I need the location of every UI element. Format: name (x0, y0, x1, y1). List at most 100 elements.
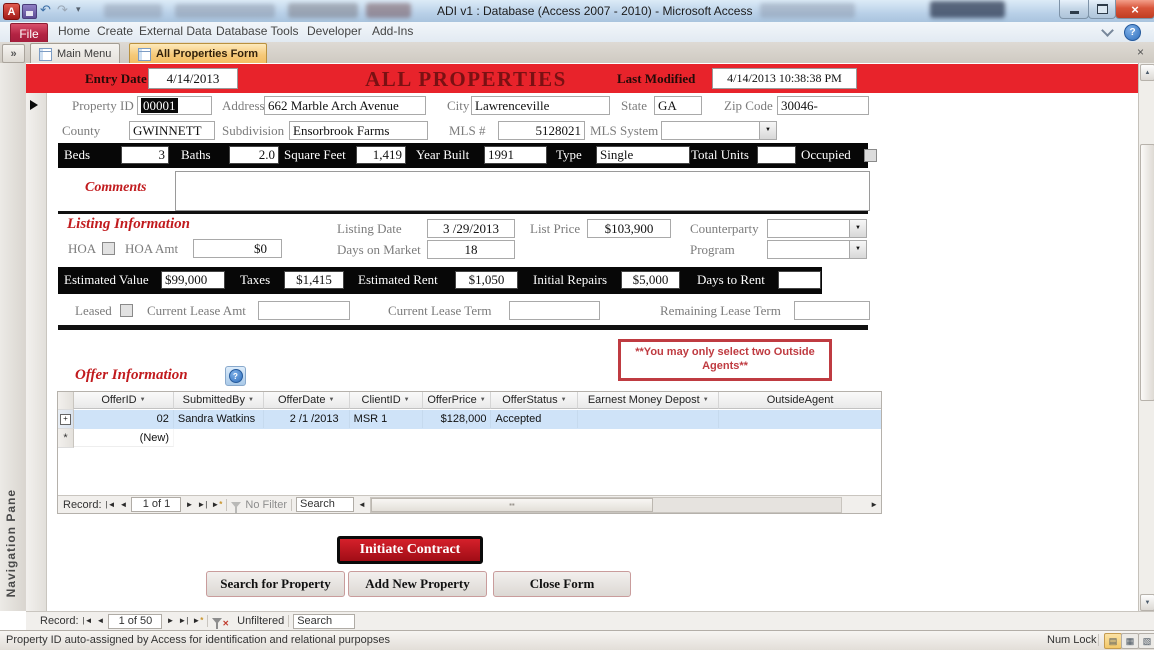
new-record-row[interactable]: * (New) (58, 429, 881, 448)
mls-number-field[interactable]: 5128021 (498, 121, 585, 140)
column-header-offerprice[interactable]: OfferPrice ▼ (422, 392, 492, 409)
column-header-earnest-money[interactable]: Earnest Money Depost ▼ (578, 392, 720, 409)
redo-icon[interactable]: ↷ (57, 2, 68, 18)
column-header-offerstatus[interactable]: OfferStatus ▼ (491, 392, 579, 409)
sort-arrow-icon[interactable]: ▼ (248, 397, 254, 403)
filter-state[interactable]: Unfiltered (237, 615, 284, 627)
close-form-button[interactable]: Close Form (493, 571, 631, 597)
row-selector-cell[interactable]: + (58, 410, 74, 429)
program-combo[interactable]: ▼ (767, 240, 867, 259)
baths-field[interactable]: 2.0 (229, 146, 279, 164)
property-id-field[interactable]: 00001 (137, 96, 212, 115)
offer-help-button[interactable]: ? (225, 366, 246, 386)
ribbon-tab-create[interactable]: Create (97, 24, 133, 38)
scroll-down-icon[interactable]: ▼ (1140, 594, 1154, 611)
cell-offerid[interactable]: 02 (74, 410, 174, 428)
dropdown-arrow-icon[interactable]: ▼ (759, 122, 776, 139)
dropdown-arrow-icon[interactable]: ▼ (849, 220, 866, 237)
sort-arrow-icon[interactable]: ▼ (328, 397, 334, 403)
new-record-icon[interactable]: ►* (192, 616, 203, 626)
first-record-icon[interactable]: |◄ (83, 616, 93, 626)
undo-icon[interactable]: ↶ (40, 2, 51, 18)
leased-checkbox[interactable] (120, 304, 133, 317)
hoa-amt-field[interactable]: $0 (193, 239, 282, 258)
total-units-field[interactable] (757, 146, 796, 164)
ribbon-tab-home[interactable]: Home (58, 24, 90, 38)
column-header-submittedby[interactable]: SubmittedBy ▼ (173, 392, 264, 409)
column-header-offerdate[interactable]: OfferDate ▼ (263, 392, 350, 409)
ribbon-tab-external-data[interactable]: External Data (139, 24, 212, 38)
cell-outsideagent[interactable] (719, 410, 881, 428)
entry-date-field[interactable]: 4/14/2013 (148, 68, 238, 89)
close-form-tab-icon[interactable]: × (1137, 45, 1144, 59)
comments-field[interactable] (175, 171, 870, 211)
cell-new[interactable]: (New) (74, 429, 174, 447)
horizontal-scrollbar[interactable]: ▪▪ (369, 496, 842, 513)
address-field[interactable]: 662 Marble Arch Avenue (264, 96, 426, 115)
filter-state[interactable]: No Filter (245, 499, 287, 511)
tab-all-properties-form[interactable]: All Properties Form (129, 43, 268, 64)
sort-arrow-icon[interactable]: ▼ (561, 397, 567, 403)
subdivision-field[interactable]: Ensorbrook Farms (289, 121, 428, 140)
previous-record-icon[interactable]: ◄ (120, 500, 128, 510)
cell-offerdate[interactable]: 2 /1 /2013 (264, 410, 350, 428)
add-new-property-button[interactable]: Add New Property (348, 571, 487, 597)
hscrollbar-thumb[interactable]: ▪▪ (370, 497, 653, 512)
main-search-input[interactable]: Search (293, 613, 356, 629)
scrollbar-thumb[interactable] (1140, 144, 1154, 401)
remaining-lease-term-field[interactable] (794, 301, 870, 320)
restore-button[interactable] (1088, 0, 1116, 19)
city-field[interactable]: Lawrenceville (471, 96, 610, 115)
taxes-field[interactable]: $1,415 (284, 271, 344, 289)
column-header-clientid[interactable]: ClientID ▼ (349, 392, 423, 409)
save-icon[interactable] (22, 4, 37, 19)
tab-main-menu[interactable]: Main Menu (30, 43, 121, 64)
cell-offerprice[interactable]: $128,000 (423, 410, 492, 428)
help-icon[interactable]: ? (1124, 24, 1141, 41)
cell-clientid[interactable]: MSR 1 (350, 410, 423, 428)
expand-subdatasheet-icon[interactable]: + (59, 413, 71, 425)
sort-arrow-icon[interactable]: ▼ (480, 397, 486, 403)
type-field[interactable]: Single (596, 146, 690, 164)
minimize-button[interactable] (1059, 0, 1089, 19)
current-lease-amt-field[interactable] (258, 301, 350, 320)
previous-record-icon[interactable]: ◄ (97, 616, 105, 626)
datasheet-view-button[interactable]: ▦ (1121, 633, 1139, 649)
record-selector-bar[interactable] (26, 93, 47, 611)
zip-code-field[interactable]: 30046- (777, 96, 869, 115)
hscroll-left-icon[interactable]: ◄ (358, 500, 366, 510)
quick-access-dropdown-icon[interactable]: ▾ (76, 4, 81, 15)
cell-offerstatus[interactable]: Accepted (491, 410, 579, 428)
estimated-rent-field[interactable]: $1,050 (455, 271, 518, 289)
dropdown-arrow-icon[interactable]: ▼ (849, 241, 866, 258)
ribbon-tab-file[interactable]: File (10, 23, 48, 43)
record-position[interactable]: 1 of 1 (131, 497, 182, 512)
record-position[interactable]: 1 of 50 (108, 613, 163, 629)
cell-earnest-money[interactable] (578, 410, 720, 428)
estimated-value-field[interactable]: $99,000 (161, 271, 225, 289)
vertical-scrollbar[interactable]: ▲ ▼ (1138, 63, 1154, 611)
list-price-field[interactable]: $103,900 (587, 219, 671, 238)
ribbon-tab-developer[interactable]: Developer (307, 24, 362, 38)
last-record-icon[interactable]: ►| (178, 616, 188, 626)
mls-system-combo[interactable]: ▼ (661, 121, 777, 140)
hoa-checkbox[interactable] (102, 242, 115, 255)
navigation-pane-collapsed[interactable]: Navigation Pane (0, 63, 27, 611)
sort-arrow-icon[interactable]: ▼ (140, 397, 146, 403)
counterparty-combo[interactable]: ▼ (767, 219, 867, 238)
county-field[interactable]: GWINNETT (129, 121, 215, 140)
first-record-icon[interactable]: |◄ (106, 500, 116, 510)
days-on-market-field[interactable]: 18 (427, 240, 515, 259)
sort-arrow-icon[interactable]: ▼ (404, 397, 410, 403)
search-for-property-button[interactable]: Search for Property (206, 571, 345, 597)
new-record-icon[interactable]: ►* (211, 500, 222, 510)
offer-row-selected[interactable]: + 02 Sandra Watkins 2 /1 /2013 MSR 1 $12… (58, 410, 881, 429)
ribbon-tab-add-ins[interactable]: Add-Ins (372, 24, 413, 38)
days-to-rent-field[interactable] (778, 271, 821, 289)
initial-repairs-field[interactable]: $5,000 (621, 271, 680, 289)
column-header-offerid[interactable]: OfferID ▼ (73, 392, 174, 409)
scroll-up-icon[interactable]: ▲ (1140, 64, 1154, 81)
year-built-field[interactable]: 1991 (484, 146, 547, 164)
square-feet-field[interactable]: 1,419 (356, 146, 406, 164)
current-lease-term-field[interactable] (509, 301, 600, 320)
